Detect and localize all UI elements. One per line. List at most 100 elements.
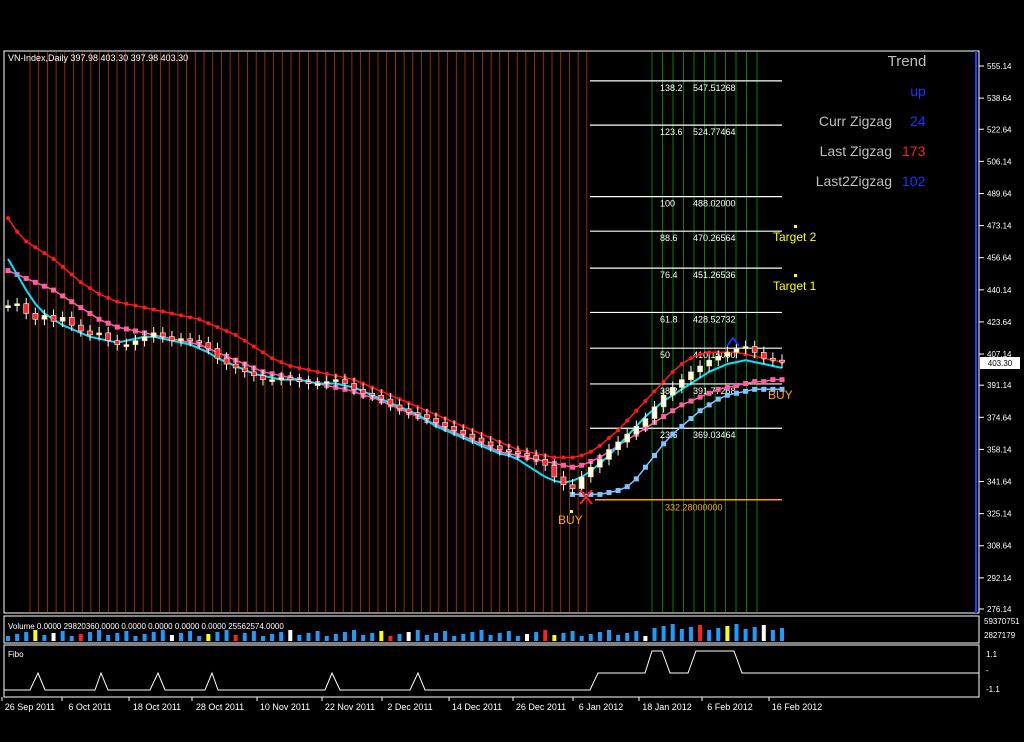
x-tick-label: 16 Feb 2012 [772,702,823,712]
volume-bar [579,636,584,641]
volume-bar [570,631,575,641]
chart-canvas[interactable]: 138.2 547.51268 123.6 524.77464 100 488.02000… [0,0,1024,742]
candle-down [196,340,203,343]
x-axis-ticks: 26 Sep 2011 6 Oct 2011 18 Oct 2011 28 Oct 2… [1,697,823,712]
ma-red-point [179,313,184,318]
volume-bar [688,627,693,641]
ma-pink-point [78,305,84,311]
fibo-level-pct: 76.4 [660,270,678,280]
y-tick-label: 506.14 [987,157,1012,166]
candle-down [378,394,385,400]
volume-bar [333,634,338,641]
ma-red-point [224,328,229,333]
volume-bar [42,635,47,641]
trend-blue-point [633,476,639,482]
candle-up [624,433,631,443]
ma-red-point [124,301,129,306]
trend-value: up [910,83,926,99]
price-axis [979,51,1021,613]
ma-red-point [688,356,693,361]
trend-blue-point [661,441,667,447]
fibo-level-pct: 61.8 [660,314,678,324]
candle-down [533,455,539,460]
candle-down [442,422,448,427]
ma-red-point [588,449,593,454]
candle-down [387,398,394,406]
ma-pink-point [41,283,47,289]
volume-bar [388,636,393,641]
buy1-label: BUY [558,513,583,527]
candle-down [50,315,57,322]
ma-red-point [142,305,147,310]
candle-down [68,317,75,326]
candle-up [269,379,275,382]
fibo-level-price: 369.03464 [693,430,736,440]
volume-axis-bottom: 2827179 [984,631,1016,640]
base-level-price: 332.28000000 [665,503,723,513]
candle-down [296,379,303,382]
trend-blue-point [597,491,603,497]
ma-red-point [133,303,138,308]
candle-up [323,381,330,384]
candle-down [560,476,567,486]
volume-bar [461,634,466,641]
last2-zigzag-value: 102 [902,173,926,189]
ma-red-point [306,367,311,372]
volume-bar [716,628,721,641]
candle-down [433,418,439,423]
y-tick-label: 555.14 [987,62,1012,71]
x-tick-label: 18 Oct 2011 [133,702,181,712]
candle-down [187,338,193,342]
ma-red-point [288,363,293,368]
candle-up [660,394,667,408]
candle-down [524,453,530,456]
candle-down [360,389,366,394]
buy2-label: BUY [768,388,793,402]
ma-red-point [561,455,566,460]
ma-red-point [15,229,20,234]
volume-bar [424,635,429,641]
volume-bar [443,631,448,641]
ma-pink-point [779,377,785,383]
volume-bar [634,631,639,641]
ma-red-point [87,286,92,291]
current-price-value: 403.30 [988,359,1013,368]
ma-red-point [552,455,557,460]
candle-up [141,336,148,341]
volume-bar [233,635,238,641]
symbol-info-label: VN-Index,Daily 397.98 403.30 397.98 403.… [8,53,188,63]
ma-pink-point [132,328,138,334]
ma-red-point [698,352,703,357]
volume-bar [115,633,120,641]
volume-bar [288,630,293,641]
candle-up [597,459,603,468]
x-tick-label: 26 Dec 2011 [516,702,566,712]
candle-down [469,433,476,439]
candle-up [333,379,339,382]
volume-bar [270,634,275,641]
ma-red-point [315,369,320,374]
volume-bar [51,633,56,641]
ma-red-point [634,408,639,413]
fibo-tick-mid: - [986,666,989,675]
target1-marker [794,274,797,277]
volume-bar [679,629,684,641]
volume-bar [124,631,129,641]
volume-bar [169,635,174,641]
candle-down [551,464,558,478]
window-top-area [0,0,1024,50]
candle-up [724,352,731,357]
volume-bar [780,628,784,641]
volume-bar [743,629,748,641]
volume-bar [279,632,284,641]
ma-pink-point [5,268,11,274]
candle-down [114,340,121,345]
candle-up [606,449,612,460]
candle-up [697,365,703,373]
last-zigzag-label: Last Zigzag [820,143,892,159]
candle-down [396,404,403,410]
candle-up [178,338,184,342]
trend-blue-point [606,489,612,495]
volume-bar [260,636,265,641]
ma-red-point [151,307,156,312]
